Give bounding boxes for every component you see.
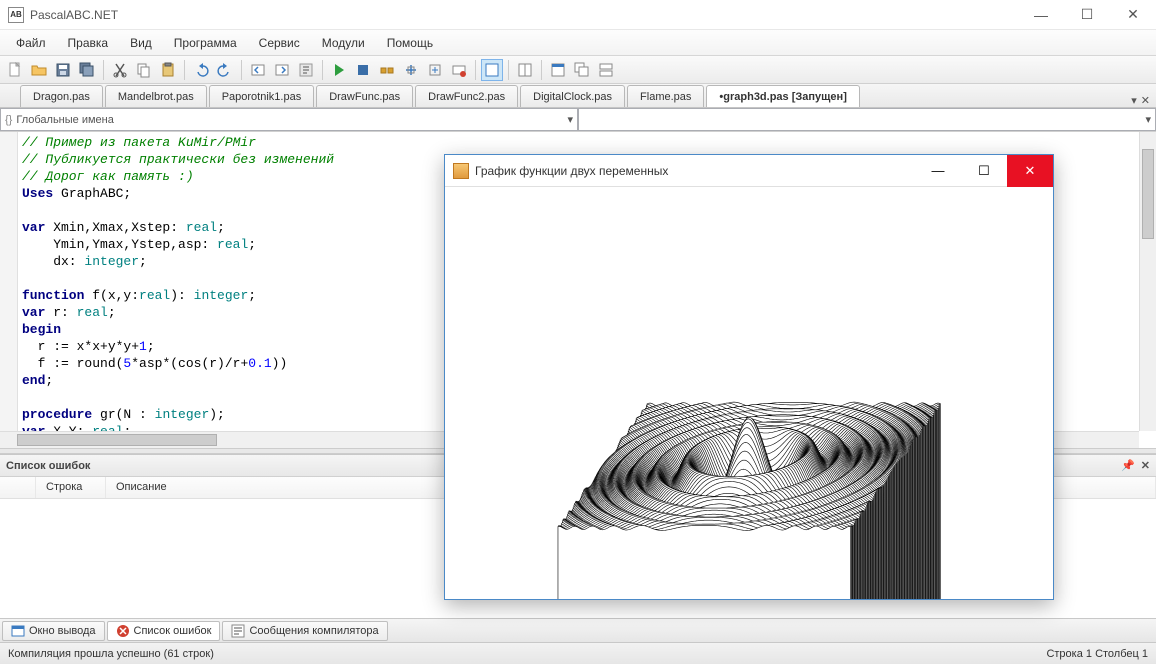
- compiler-icon: [231, 624, 245, 638]
- bottom-tab-compiler-label: Сообщения компилятора: [249, 625, 378, 637]
- menu-edit[interactable]: Правка: [58, 32, 119, 54]
- save-button[interactable]: [52, 59, 74, 81]
- output-close-button[interactable]: ✕: [1007, 155, 1053, 187]
- save-all-button[interactable]: [76, 59, 98, 81]
- step-over-button[interactable]: [376, 59, 398, 81]
- menubar: Файл Правка Вид Программа Сервис Модули …: [0, 30, 1156, 56]
- tab-graph3d[interactable]: •graph3d.pas [Запущен]: [706, 85, 859, 107]
- file-tabbar: Dragon.pas Mandelbrot.pas Paporotnik1.pa…: [0, 84, 1156, 108]
- tab-close-icon[interactable]: ✕: [1141, 94, 1150, 107]
- tab-dropdown-icon[interactable]: ▾: [1131, 94, 1137, 107]
- redo-button[interactable]: [214, 59, 236, 81]
- copy-button[interactable]: [133, 59, 155, 81]
- layout-2-button[interactable]: [514, 59, 536, 81]
- open-file-button[interactable]: [28, 59, 50, 81]
- statusbar: Компиляция прошла успешно (61 строк) Стр…: [0, 642, 1156, 664]
- errors-col-icon[interactable]: [0, 477, 36, 498]
- window-title: PascalABC.NET: [30, 8, 118, 22]
- bottom-tab-output[interactable]: Окно вывода: [2, 621, 105, 641]
- scrollbar-thumb[interactable]: [17, 434, 217, 446]
- errors-panel-title-text: Список ошибок: [6, 460, 90, 472]
- bottom-tab-errors[interactable]: Список ошибок: [107, 621, 221, 641]
- menu-modules[interactable]: Модули: [312, 32, 375, 54]
- window-3-button[interactable]: [595, 59, 617, 81]
- tab-digitalclock[interactable]: DigitalClock.pas: [520, 85, 625, 107]
- cut-button[interactable]: [109, 59, 131, 81]
- close-button[interactable]: ✕: [1110, 0, 1156, 30]
- output-app-icon: [453, 163, 469, 179]
- menu-program[interactable]: Программа: [164, 32, 247, 54]
- breakpoint-button[interactable]: [448, 59, 470, 81]
- titlebar: AB PascalABC.NET — ☐ ✕: [0, 0, 1156, 30]
- nav-back-button[interactable]: [247, 59, 269, 81]
- editor-scrollbar-vertical[interactable]: [1139, 132, 1156, 431]
- output-icon: [11, 624, 25, 638]
- output-titlebar[interactable]: График функции двух переменных — ☐ ✕: [445, 155, 1053, 187]
- stop-button[interactable]: [352, 59, 374, 81]
- panel-close-icon[interactable]: ✕: [1141, 459, 1150, 472]
- toolbar: [0, 56, 1156, 84]
- editor-gutter: [0, 132, 18, 448]
- tab-drawfunc2[interactable]: DrawFunc2.pas: [415, 85, 518, 107]
- status-right: Строка 1 Столбец 1: [1046, 648, 1148, 660]
- surface-plot: [445, 187, 1053, 599]
- menu-help[interactable]: Помощь: [377, 32, 443, 54]
- tab-drawfunc[interactable]: DrawFunc.pas: [316, 85, 413, 107]
- tab-dragon[interactable]: Dragon.pas: [20, 85, 103, 107]
- run-button[interactable]: [328, 59, 350, 81]
- step-out-button[interactable]: [424, 59, 446, 81]
- editor-content[interactable]: // Пример из пакета KuMir/PMir // Публик…: [22, 134, 334, 440]
- window-1-button[interactable]: [547, 59, 569, 81]
- output-minimize-button[interactable]: —: [915, 155, 961, 187]
- errors-icon: [116, 624, 130, 638]
- minimize-button[interactable]: —: [1018, 0, 1064, 30]
- output-maximize-button[interactable]: ☐: [961, 155, 1007, 187]
- step-into-button[interactable]: [400, 59, 422, 81]
- namespace-dropdown[interactable]: {} Глобальные имена: [0, 108, 578, 131]
- scrollbar-thumb[interactable]: [1142, 149, 1154, 239]
- undo-button[interactable]: [190, 59, 212, 81]
- nav-fwd-button[interactable]: [271, 59, 293, 81]
- tab-mandelbrot[interactable]: Mandelbrot.pas: [105, 85, 207, 107]
- output-title: График функции двух переменных: [475, 164, 668, 178]
- output-window[interactable]: График функции двух переменных — ☐ ✕: [444, 154, 1054, 600]
- brace-icon: {}: [5, 114, 12, 126]
- errors-col-line[interactable]: Строка: [36, 477, 106, 498]
- menu-view[interactable]: Вид: [120, 32, 162, 54]
- namespace-label: Глобальные имена: [16, 114, 114, 126]
- namespace-row: {} Глобальные имена: [0, 108, 1156, 132]
- tab-flame[interactable]: Flame.pas: [627, 85, 704, 107]
- bottom-tab-output-label: Окно вывода: [29, 625, 96, 637]
- tab-paporotnik[interactable]: Paporotnik1.pas: [209, 85, 315, 107]
- member-dropdown[interactable]: [578, 108, 1156, 131]
- bottom-tabs: Окно вывода Список ошибок Сообщения комп…: [0, 618, 1156, 642]
- output-canvas: [445, 187, 1053, 599]
- bottom-tab-compiler[interactable]: Сообщения компилятора: [222, 621, 387, 641]
- layout-1-button[interactable]: [481, 59, 503, 81]
- bottom-tab-errors-label: Список ошибок: [134, 625, 212, 637]
- paste-button[interactable]: [157, 59, 179, 81]
- pin-icon[interactable]: 📌: [1121, 459, 1135, 472]
- maximize-button[interactable]: ☐: [1064, 0, 1110, 30]
- menu-file[interactable]: Файл: [6, 32, 56, 54]
- status-left: Компиляция прошла успешно (61 строк): [8, 648, 214, 660]
- app-icon: AB: [8, 7, 24, 23]
- new-file-button[interactable]: [4, 59, 26, 81]
- window-2-button[interactable]: [571, 59, 593, 81]
- menu-service[interactable]: Сервис: [249, 32, 310, 54]
- compile-button[interactable]: [295, 59, 317, 81]
